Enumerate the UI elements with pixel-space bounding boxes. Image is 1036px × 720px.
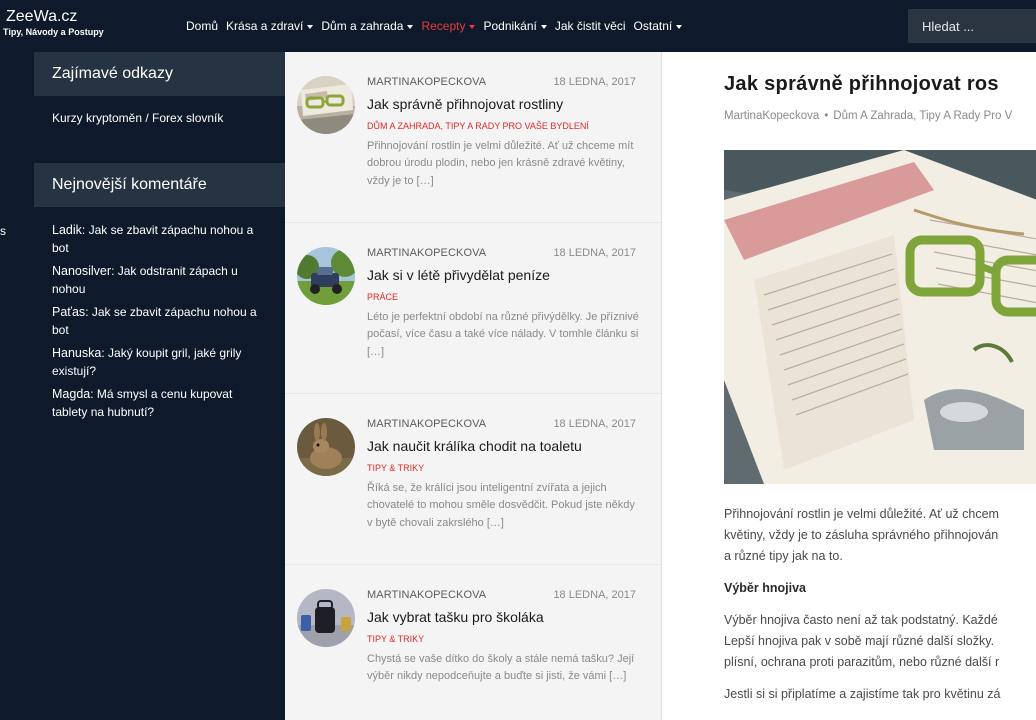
- post-card: MARTINAKOPECKOVA 18 LEDNA, 2017 Jak nauč…: [285, 394, 661, 565]
- comment-item: Nanosilver: Jak odstranit zápach u nohou: [52, 264, 238, 296]
- caret-down-icon: [469, 24, 476, 29]
- article-paragraph: Výběr hnojiva často není až tak podstatn…: [724, 610, 1036, 673]
- post-title[interactable]: Jak správně přihnojovat rostliny: [367, 96, 563, 112]
- nav-label: Ostatní: [633, 19, 673, 33]
- post-date: 18 LEDNA, 2017: [553, 418, 636, 430]
- article-subheading: Výběr hnojiva: [724, 581, 806, 595]
- comment-author[interactable]: Paťas: [52, 305, 85, 319]
- nav-item-jak-cistit-veci[interactable]: Jak čistit věci: [555, 19, 626, 33]
- article-paragraph: Přihnojování rostlin je velmi důležité. …: [724, 504, 1036, 567]
- post-date: 18 LEDNA, 2017: [553, 76, 636, 88]
- article-author[interactable]: MartinaKopeckova: [724, 110, 819, 122]
- comment-author[interactable]: Magda: [52, 387, 90, 401]
- nav-label: Recepty: [421, 19, 466, 33]
- post-categories[interactable]: TIPY & TRIKY: [367, 463, 424, 473]
- body-line: a různé tipy jak na to.: [724, 549, 843, 563]
- comment-author[interactable]: Nanosilver: [52, 264, 111, 278]
- comment-author[interactable]: Ladik: [52, 223, 82, 237]
- nav-item-ostatni[interactable]: Ostatní: [634, 19, 683, 33]
- cut-off-text: s: [0, 224, 6, 238]
- post-date: 18 LEDNA, 2017: [553, 589, 636, 601]
- body-line: Jestli si si připlatíme a zajistíme tak …: [724, 687, 1001, 701]
- post-date: 18 LEDNA, 2017: [553, 247, 636, 259]
- article-featured-image: [724, 150, 1036, 484]
- post-card: MARTINAKOPECKOVA 18 LEDNA, 2017 Jak si v…: [285, 223, 661, 394]
- caret-down-icon: [407, 24, 414, 29]
- nav-label: Podnikání: [483, 19, 537, 33]
- post-excerpt: Léto je perfektní období na různé přivýd…: [367, 311, 639, 358]
- nav-item-domu[interactable]: Domů: [186, 19, 218, 33]
- offscreen-column: s: [0, 52, 34, 720]
- main-menu: Domů Krása a zdraví Dům a zahrada Recept…: [186, 0, 690, 52]
- site-tagline: Tipy, Návody a Postupy: [3, 27, 104, 37]
- nav-item-recepty[interactable]: Recepty: [421, 19, 476, 33]
- nav-label: Krása a zdraví: [226, 19, 304, 33]
- comment-item: Hanuska: Jaký koupit gril, jaké grily ex…: [52, 346, 242, 378]
- post-list: MARTINAKOPECKOVA 18 LEDNA, 2017 Jak sprá…: [285, 52, 662, 720]
- caret-down-icon: [307, 24, 314, 29]
- top-navbar: ZeeWa.cz Tipy, Návody a Postupy Domů Krá…: [0, 0, 1036, 52]
- post-categories[interactable]: PRÁCE: [367, 292, 398, 302]
- site-name[interactable]: ZeeWa.cz: [6, 8, 104, 26]
- post-title[interactable]: Jak si v létě přivydělat peníze: [367, 267, 550, 283]
- nav-item-podnikani[interactable]: Podnikání: [483, 19, 547, 33]
- post-title[interactable]: Jak naučit králíka chodit na toaletu: [367, 438, 582, 454]
- post-author[interactable]: MARTINAKOPECKOVA: [367, 76, 486, 88]
- body-line: Výběr hnojiva často není až tak podstatn…: [724, 613, 998, 627]
- post-thumbnail-glasses[interactable]: [297, 76, 355, 134]
- caret-down-icon: [540, 24, 547, 29]
- comment-item: Ladik: Jak se zbavit zápachu nohou a bot: [52, 223, 254, 255]
- comment-item: Paťas: Jak se zbavit zápachu nohou a bot: [52, 305, 257, 337]
- meta-separator: •: [824, 110, 829, 122]
- article-meta: MartinaKopeckova • Dům A Zahrada, Tipy A R…: [724, 110, 1012, 122]
- post-excerpt: Chystá se vaše dítko do školy a stále ne…: [367, 653, 635, 683]
- comment-item: Magda: Má smysl a cenu kupovat tablety n…: [52, 387, 233, 419]
- links-heading: Zajímavé odkazy: [34, 52, 285, 96]
- post-thumbnail-school-bag[interactable]: [297, 589, 355, 647]
- post-categories[interactable]: TIPY & TRIKY: [367, 634, 424, 644]
- post-excerpt: Říká se, že králíci jsou inteligentní zv…: [367, 482, 635, 529]
- sidebar-link-crypto[interactable]: Kurzy kryptoměn / Forex slovník: [52, 111, 223, 125]
- nav-label: Jak čistit věci: [554, 19, 626, 33]
- recent-comments: Ladik: Jak se zbavit zápachu nohou a bot…: [34, 207, 285, 421]
- nav-label: Domů: [186, 19, 219, 33]
- caret-down-icon: [676, 24, 683, 29]
- post-card: MARTINAKOPECKOVA 18 LEDNA, 2017 Jak sprá…: [285, 52, 661, 223]
- body-line: plísní, ochrana proti parazitům, nebo rů…: [724, 655, 1000, 669]
- post-author[interactable]: MARTINAKOPECKOVA: [367, 418, 486, 430]
- site-logo[interactable]: ZeeWa.cz Tipy, Návody a Postupy: [3, 8, 104, 38]
- search-input[interactable]: [908, 9, 1036, 43]
- article-categories[interactable]: Dům A Zahrada, Tipy A Rady Pro V: [833, 110, 1012, 122]
- post-thumbnail-lawn-mower[interactable]: [297, 247, 355, 305]
- body-line: květiny, vždy je to zásluha správného př…: [724, 528, 999, 542]
- links-list: Kurzy kryptoměn / Forex slovník: [34, 96, 285, 163]
- comment-author[interactable]: Hanuska: [52, 346, 101, 360]
- article: Jak správně přihnojovat ros MartinaKopec…: [663, 52, 1036, 720]
- nav-item-krasa-a-zdravi[interactable]: Krása a zdraví: [226, 19, 314, 33]
- post-card: MARTINAKOPECKOVA 18 LEDNA, 2017 Jak vybr…: [285, 565, 661, 720]
- body-line: Přihnojování rostlin je velmi důležité. …: [724, 507, 999, 521]
- post-categories[interactable]: DŮM A ZAHRADA, TIPY A RADY PRO VAŠE BYDL…: [367, 121, 589, 131]
- post-author[interactable]: MARTINAKOPECKOVA: [367, 247, 486, 259]
- post-title[interactable]: Jak vybrat tašku pro školáka: [367, 609, 544, 625]
- body-line: Lepší hnojiva pak v sobě mají různé dalš…: [724, 634, 995, 648]
- sidebar: Zajímavé odkazy Kurzy kryptoměn / Forex …: [34, 52, 285, 720]
- nav-label: Dům a zahrada: [321, 19, 404, 33]
- article-title: Jak správně přihnojovat ros: [724, 73, 999, 95]
- comments-heading: Nejnovější komentáře: [34, 163, 285, 207]
- article-body: Přihnojování rostlin je velmi důležité. …: [724, 504, 1036, 716]
- search-box: [908, 9, 1036, 43]
- comment-post-link[interactable]: Jak se zbavit zápachu nohou a bot: [52, 223, 253, 255]
- post-thumbnail-rabbit[interactable]: [297, 418, 355, 476]
- nav-item-dum-a-zahrada[interactable]: Dům a zahrada: [321, 19, 414, 33]
- post-author[interactable]: MARTINAKOPECKOVA: [367, 589, 486, 601]
- post-excerpt: Přihnojování rostlin je velmi důležité. …: [367, 140, 634, 187]
- article-paragraph: Jestli si si připlatíme a zajistíme tak …: [724, 684, 1036, 705]
